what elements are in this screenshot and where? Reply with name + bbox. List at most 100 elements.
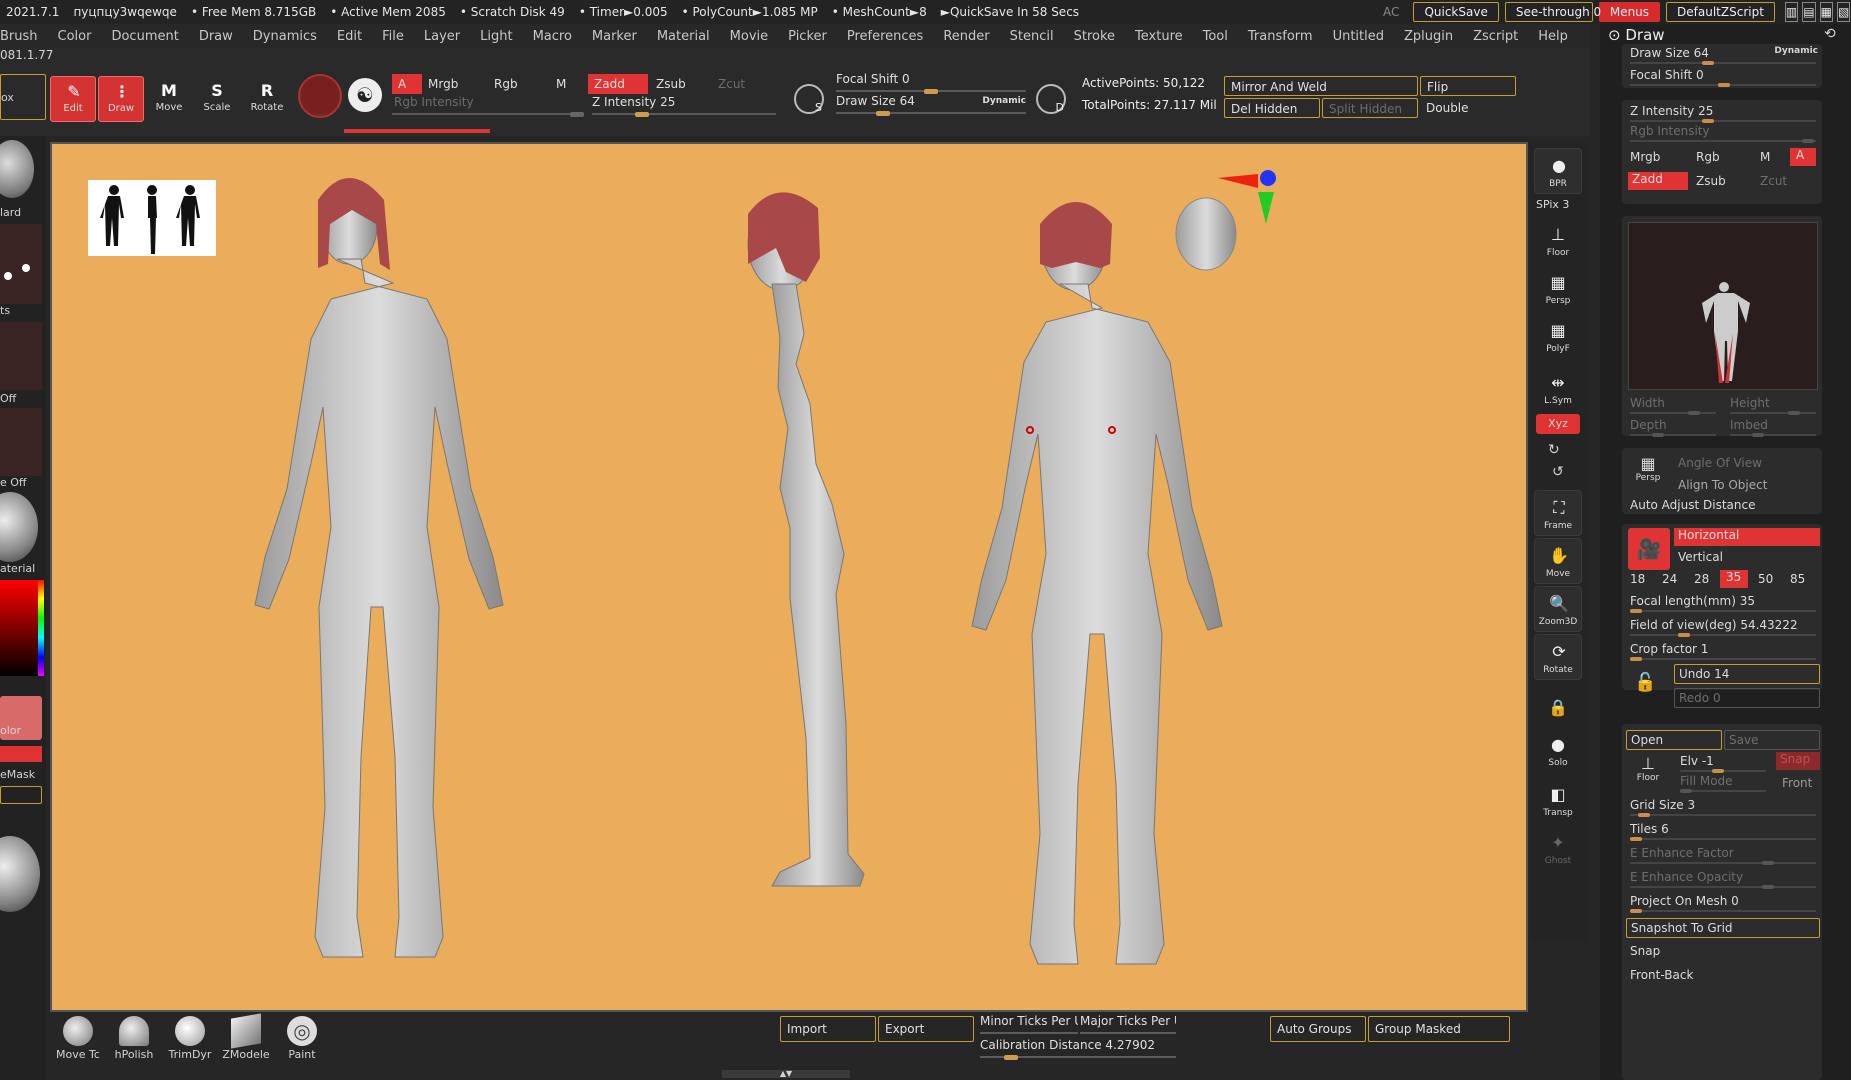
texture-off-cut[interactable]: e Off — [0, 476, 27, 489]
menu-stroke[interactable]: Stroke — [1074, 29, 1115, 44]
zcut-toggle[interactable]: Zcut — [712, 74, 772, 94]
focal-35-button[interactable]: 35 — [1720, 570, 1748, 588]
panel-a-toggle[interactable]: A — [1790, 148, 1816, 166]
emask-label-cut[interactable]: eMask — [0, 768, 35, 781]
brush-slot-hpolish[interactable]: hPolish — [106, 1016, 162, 1076]
texture-preview[interactable] — [0, 408, 42, 476]
focal-18-button[interactable]: 18 — [1630, 572, 1645, 586]
layout-icon-4[interactable]: ▧ — [1836, 2, 1851, 22]
vertical-toggle[interactable]: Vertical — [1678, 550, 1723, 564]
color-picker[interactable] — [0, 580, 44, 676]
panel-rgb-intensity-slider[interactable]: Rgb Intensity — [1622, 122, 1822, 144]
width-slider[interactable]: Width — [1622, 394, 1722, 416]
layout-icon-3[interactable]: ▦ — [1819, 2, 1833, 22]
minor-ticks-slider[interactable]: Minor Ticks Per U — [980, 1014, 1078, 1036]
menu-help[interactable]: Help — [1538, 29, 1568, 44]
move-button[interactable]: M Move — [146, 76, 192, 122]
panel-m-toggle[interactable]: M — [1760, 150, 1770, 164]
material-sphere-bottom-icon[interactable] — [0, 836, 40, 912]
menu-document[interactable]: Document — [111, 29, 178, 44]
brush-preview-icon[interactable] — [0, 140, 34, 198]
menu-draw[interactable]: Draw — [199, 29, 233, 44]
auto-groups-button[interactable]: Auto Groups — [1270, 1016, 1366, 1042]
quicksave-button[interactable]: QuickSave — [1413, 2, 1499, 22]
snapshot-to-grid-button[interactable]: Snapshot To Grid — [1626, 918, 1820, 938]
menu-movie[interactable]: Movie — [730, 29, 768, 44]
menu-brush[interactable]: Brush — [0, 29, 38, 44]
panel-focal-shift-slider[interactable]: Focal Shift 0 — [1622, 66, 1822, 88]
bpr-button[interactable]: ● BPR — [1534, 148, 1582, 194]
brush-slot-paint[interactable]: ◎ Paint — [274, 1016, 330, 1076]
palette-icon[interactable]: ⊙ — [1608, 26, 1621, 44]
draw-size-dynamic[interactable]: Dynamic — [982, 96, 1026, 106]
viewport-canvas[interactable] — [50, 142, 1528, 1012]
project-on-mesh-slider[interactable]: Project On Mesh 0 — [1622, 892, 1822, 914]
menu-untitled[interactable]: Untitled — [1333, 29, 1384, 44]
auto-adjust-distance-button[interactable]: Auto Adjust Distance — [1630, 498, 1755, 512]
brush-slot-move-topological[interactable]: Move Tc — [50, 1016, 106, 1076]
focal-shift-slider[interactable]: Focal Shift 0 — [836, 72, 1026, 94]
model-figures[interactable] — [52, 144, 1526, 1010]
depth-slider[interactable]: Depth — [1622, 416, 1722, 438]
box-button-cut[interactable]: ox — [0, 74, 46, 120]
grid-size-slider[interactable]: Grid Size 3 — [1622, 796, 1822, 818]
ghost-button[interactable]: ✦ Ghost — [1534, 826, 1582, 872]
field-of-view-slider[interactable]: Field of view(deg) 54.43222 — [1622, 616, 1822, 638]
panel-draw-size-slider[interactable]: Draw Size 64 Dynamic — [1622, 44, 1822, 66]
transp-button[interactable]: ◧ Transp — [1534, 778, 1582, 824]
align-to-object-button[interactable]: Align To Object — [1678, 478, 1767, 492]
double-button[interactable]: Double — [1420, 98, 1516, 118]
material-preview-icon[interactable] — [0, 492, 38, 562]
menu-texture[interactable]: Texture — [1135, 29, 1183, 44]
rgb-toggle[interactable]: Rgb — [488, 74, 544, 94]
default-zscript-button[interactable]: DefaultZScript — [1666, 2, 1775, 22]
angle-of-view-slider[interactable]: Angle Of View — [1678, 456, 1762, 470]
focal-length-slider[interactable]: Focal length(mm) 35 — [1622, 592, 1822, 614]
xyz-toggle[interactable]: Xyz — [1536, 414, 1580, 434]
alpha-off-cut[interactable]: Off — [0, 392, 16, 405]
focal-24-button[interactable]: 24 — [1662, 572, 1677, 586]
import-button[interactable]: Import — [780, 1016, 876, 1042]
menu-render[interactable]: Render — [943, 29, 989, 44]
rotate-view-button[interactable]: ⟳ Rotate — [1534, 634, 1582, 680]
brush-slot-zmodeler[interactable]: ZModele — [218, 1013, 274, 1076]
menu-preferences[interactable]: Preferences — [847, 29, 923, 44]
menu-picker[interactable]: Picker — [788, 29, 827, 44]
focal-shift-icon[interactable]: S — [794, 84, 824, 114]
front-dim-toggle[interactable]: Front — [1782, 776, 1812, 790]
left-outlined-button[interactable] — [0, 786, 42, 804]
floor-button[interactable]: ⊥ Floor — [1534, 218, 1582, 264]
rotate-button[interactable]: R Rotate — [244, 76, 290, 122]
material-sphere-icon[interactable] — [298, 74, 342, 118]
menu-file[interactable]: File — [382, 29, 404, 44]
redo-slider[interactable]: Redo 0 — [1674, 688, 1820, 708]
zsub-toggle[interactable]: Zsub — [650, 74, 710, 94]
group-masked-button[interactable]: Group Masked — [1368, 1016, 1510, 1042]
draw-button[interactable]: ⋮ Draw — [98, 76, 144, 122]
persp-toggle[interactable]: ▦ Persp — [1630, 454, 1666, 488]
menu-material[interactable]: Material — [657, 29, 710, 44]
menu-transform[interactable]: Transform — [1248, 29, 1313, 44]
snap-button[interactable]: Snap — [1630, 944, 1660, 958]
mirror-and-weld-button[interactable]: Mirror And Weld — [1224, 76, 1418, 96]
stroke-swirl-icon[interactable]: ☯ — [348, 78, 382, 112]
panel-zadd-toggle[interactable]: Zadd — [1628, 172, 1688, 190]
lsym-button[interactable]: ⇹ L.Sym — [1534, 366, 1582, 412]
fill-mode-slider[interactable]: Fill Mode — [1672, 772, 1772, 794]
calibration-distance-slider[interactable]: Calibration Distance 4.27902 — [980, 1038, 1176, 1060]
menu-zplugin[interactable]: Zplugin — [1404, 29, 1453, 44]
stroke-preview[interactable] — [0, 224, 42, 304]
split-hidden-button[interactable]: Split Hidden — [1322, 98, 1418, 118]
undo-slider[interactable]: Undo 14 — [1674, 664, 1820, 684]
menu-zscript[interactable]: Zscript — [1473, 29, 1518, 44]
menu-dynamics[interactable]: Dynamics — [253, 29, 317, 44]
menus-button[interactable]: Menus — [1598, 2, 1661, 22]
panel-zcut-toggle[interactable]: Zcut — [1760, 174, 1787, 188]
snap-dim-toggle[interactable]: Snap — [1776, 752, 1820, 770]
focal-85-button[interactable]: 85 — [1790, 572, 1805, 586]
crop-factor-slider[interactable]: Crop factor 1 — [1622, 640, 1822, 662]
brush-slot-trimdynamic[interactable]: TrimDyr — [162, 1016, 218, 1076]
e-enhance-factor-slider[interactable]: E Enhance Factor — [1622, 844, 1822, 866]
brush-modifier-preview[interactable] — [1628, 222, 1818, 390]
layout-icon-1[interactable]: ▥ — [1784, 2, 1799, 22]
